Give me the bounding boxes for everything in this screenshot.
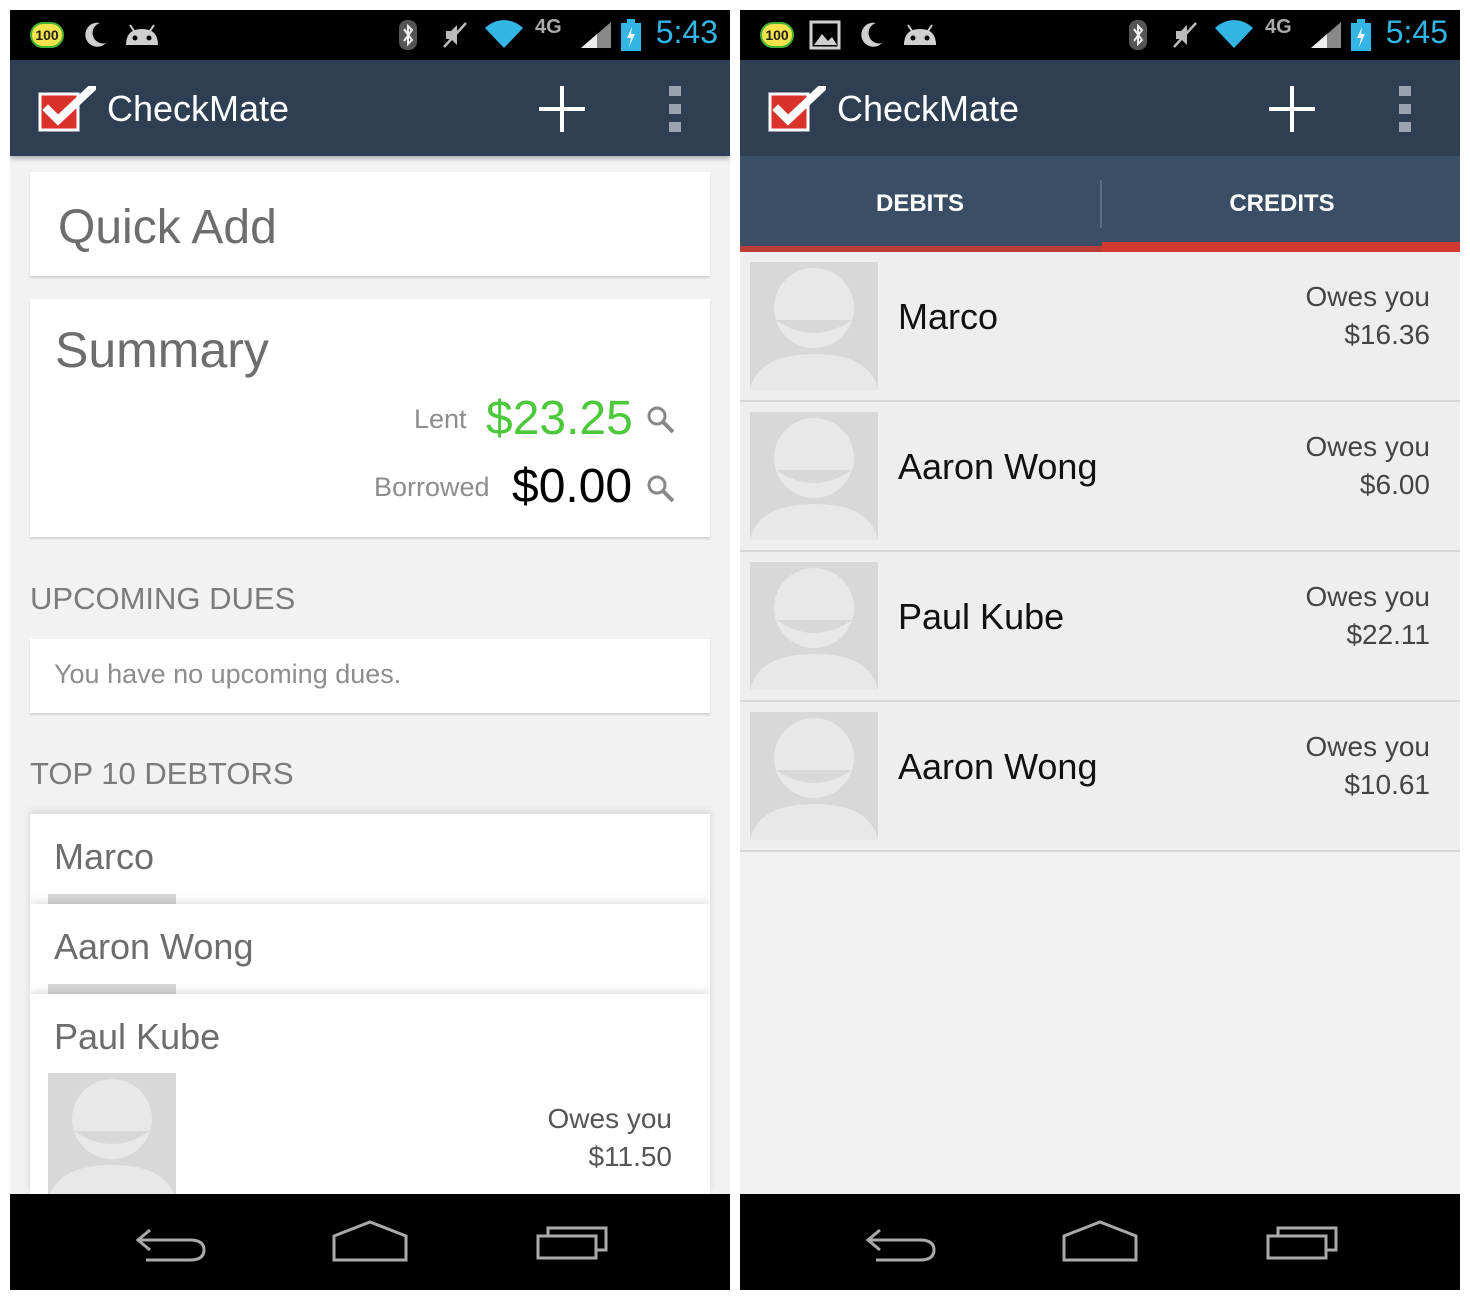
item-name: Aaron Wong — [898, 446, 1098, 487]
add-icon[interactable] — [535, 82, 589, 136]
app-title: CheckMate — [837, 88, 1020, 129]
back-icon[interactable] — [132, 1218, 212, 1268]
list-item[interactable]: Marco Owes you $16.36 — [740, 252, 1460, 402]
mute-icon — [440, 10, 470, 60]
avatar — [48, 894, 176, 904]
list-item[interactable]: Paul Kube Owes you $22.11 — [740, 552, 1460, 702]
wifi-icon — [1212, 10, 1256, 60]
add-icon[interactable] — [1265, 82, 1319, 136]
owes-amount: $10.61 — [1344, 769, 1430, 800]
owes-label: Owes you — [1305, 281, 1431, 312]
image-icon — [808, 10, 842, 60]
avatar — [750, 262, 878, 390]
owes-label: Owes you — [1305, 431, 1431, 462]
top-debtors-header: TOP 10 DEBTORS — [30, 756, 294, 791]
tab-bar: DEBITS CREDITS — [740, 156, 1460, 252]
debtor-card[interactable]: Paul Kube Owes you $11.50 — [30, 994, 710, 1194]
owes-label: Owes you — [547, 1103, 673, 1134]
upcoming-dues-empty: You have no upcoming dues. — [30, 639, 710, 713]
battery-percent-text: 100 — [30, 22, 64, 48]
list-item[interactable]: Aaron Wong Owes you $6.00 — [740, 402, 1460, 552]
clock-time: 5:43 — [655, 14, 718, 50]
owes-amount: $16.36 — [1344, 319, 1430, 350]
navigation-bar — [10, 1194, 730, 1290]
item-owes: Owes you $22.11 — [1306, 578, 1431, 654]
app-title: CheckMate — [107, 88, 290, 129]
android-icon — [122, 10, 162, 60]
upcoming-dues-header: UPCOMING DUES — [30, 581, 296, 616]
quick-add-card[interactable]: Quick Add — [30, 172, 710, 276]
navigation-bar — [740, 1194, 1460, 1290]
owes-label: Owes you — [1305, 581, 1431, 612]
lent-label: Lent — [414, 404, 467, 434]
bluetooth-icon — [396, 10, 420, 60]
avatar — [48, 984, 176, 994]
wifi-icon — [482, 10, 526, 60]
item-owes: Owes you $16.36 — [1306, 278, 1431, 354]
search-borrowed-icon[interactable] — [646, 474, 676, 504]
action-bar: CheckMate — [740, 60, 1460, 156]
item-name: Marco — [898, 296, 999, 337]
list-item[interactable]: Aaron Wong Owes you $10.61 — [740, 702, 1460, 852]
recents-icon[interactable] — [534, 1218, 614, 1268]
debtor-card[interactable]: Marco — [30, 814, 710, 904]
bluetooth-icon — [1126, 10, 1150, 60]
moon-icon — [80, 10, 110, 60]
item-owes: Owes you $10.61 — [1306, 728, 1431, 804]
signal-icon — [578, 10, 614, 60]
debtor-name: Marco — [54, 836, 155, 877]
battery-percent-badge: 100 — [760, 10, 794, 60]
phone-screen-credits: 100 4G 5:45 CheckMate DEBITS CREDITS Mar… — [740, 10, 1460, 1290]
owes-label: Owes you — [1305, 731, 1431, 762]
battery-percent-text: 100 — [760, 22, 794, 48]
owes-amount: $22.11 — [1346, 619, 1430, 650]
back-icon[interactable] — [862, 1218, 942, 1268]
battery-charging-icon — [1350, 10, 1372, 60]
action-bar: CheckMate — [10, 60, 730, 156]
debtor-name: Paul Kube — [54, 1016, 221, 1057]
avatar — [750, 562, 878, 690]
summary-title: Summary — [55, 322, 269, 378]
signal-icon — [1308, 10, 1344, 60]
avatar — [750, 712, 878, 840]
item-name: Aaron Wong — [898, 746, 1098, 787]
owes-amount: $11.50 — [588, 1141, 672, 1172]
network-type-label: 4G — [535, 16, 562, 38]
clock-time: 5:45 — [1385, 14, 1448, 50]
battery-charging-icon — [620, 10, 642, 60]
debtor-owes: Owes you $11.50 — [548, 1100, 673, 1176]
owes-amount: $6.00 — [1359, 469, 1430, 500]
borrowed-value: $0.00 — [512, 460, 633, 513]
overflow-menu-icon[interactable] — [660, 82, 690, 136]
item-name: Paul Kube — [898, 596, 1065, 637]
item-owes: Owes you $6.00 — [1306, 428, 1431, 504]
status-bar: 100 4G 5:43 — [10, 10, 730, 60]
mute-icon — [1170, 10, 1200, 60]
home-icon[interactable] — [330, 1218, 410, 1268]
checkmate-logo-icon — [38, 82, 98, 132]
checkmate-logo-icon — [768, 82, 828, 132]
tab-selected-indicator — [1102, 242, 1460, 252]
borrowed-label: Borrowed — [374, 472, 490, 502]
phone-screen-dashboard: 100 4G 5:43 CheckMate Quick Add Summary … — [10, 10, 730, 1290]
tab-credits[interactable]: CREDITS — [1102, 156, 1460, 252]
avatar — [750, 412, 878, 540]
home-icon[interactable] — [1060, 1218, 1140, 1268]
network-type-label: 4G — [1265, 16, 1292, 38]
lent-value: $23.25 — [486, 392, 633, 445]
status-bar: 100 4G 5:45 — [740, 10, 1460, 60]
battery-percent-badge: 100 — [30, 10, 64, 60]
summary-card: Summary Lent $23.25 Borrowed $0.00 — [30, 299, 710, 537]
recents-icon[interactable] — [1264, 1218, 1344, 1268]
overflow-menu-icon[interactable] — [1390, 82, 1420, 136]
moon-icon — [856, 10, 886, 60]
android-icon — [900, 10, 940, 60]
debtor-name: Aaron Wong — [54, 926, 254, 967]
debtor-card[interactable]: Aaron Wong — [30, 904, 710, 994]
tab-debits[interactable]: DEBITS — [740, 156, 1100, 252]
search-lent-icon[interactable] — [646, 405, 676, 435]
avatar — [48, 1073, 176, 1194]
